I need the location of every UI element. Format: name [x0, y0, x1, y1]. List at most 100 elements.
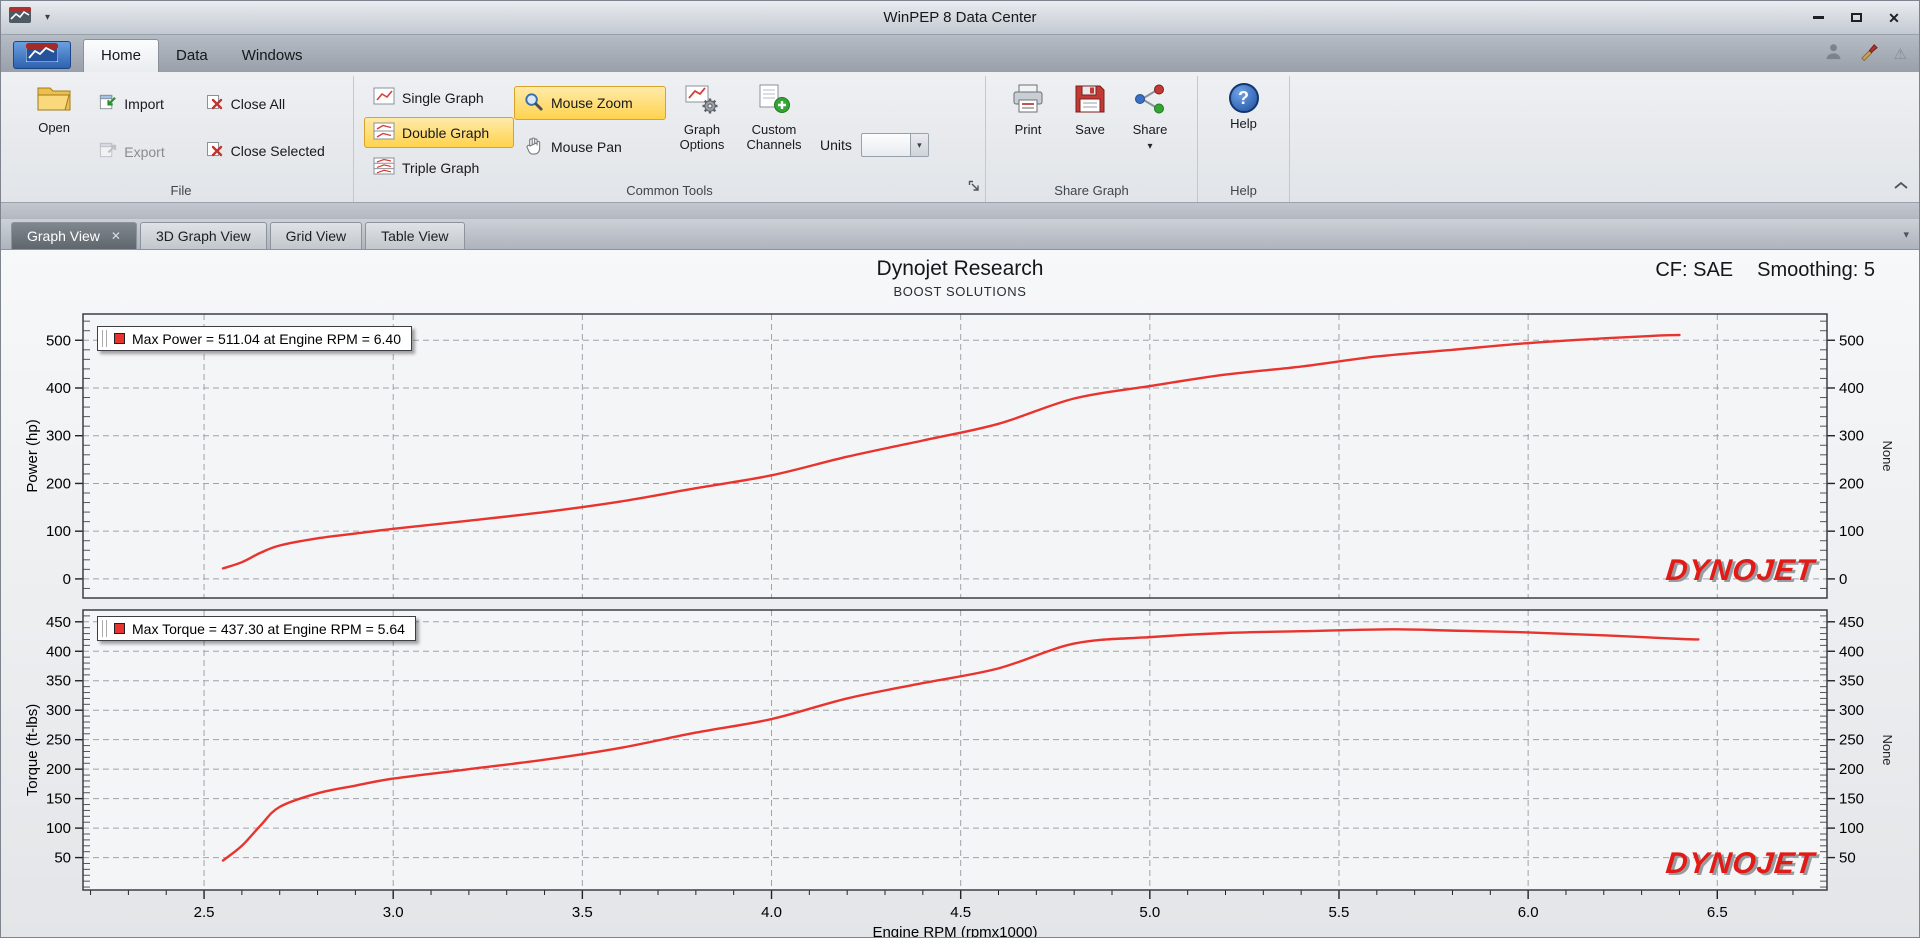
- title-bar[interactable]: ▾ WinPEP 8 Data Center ✕: [1, 1, 1919, 35]
- share-label: Share: [1132, 121, 1168, 137]
- single-graph-button[interactable]: Single Graph: [364, 82, 514, 113]
- torque-chart-container: 50 50 100 100 150 150 200 200 250 250 300 300 350 350…: [21, 606, 1901, 937]
- save-button[interactable]: Save: [1060, 78, 1120, 138]
- svg-text:200: 200: [1839, 761, 1864, 778]
- view-tab-grid[interactable]: Grid View: [269, 222, 363, 249]
- svg-text:3.5: 3.5: [572, 904, 593, 921]
- maximize-icon: [1850, 13, 1862, 22]
- view-tab-3d-graph[interactable]: 3D Graph View: [139, 222, 267, 249]
- import-label: Import: [124, 96, 164, 112]
- group-label-help: Help: [1230, 183, 1257, 198]
- smoothing-label: Smoothing: 5: [1757, 259, 1875, 281]
- triple-graph-icon: [373, 157, 395, 178]
- print-button[interactable]: Print: [996, 78, 1060, 138]
- floppy-save-icon: [1073, 83, 1107, 119]
- svg-text:500: 500: [46, 332, 71, 349]
- ribbon-tab-row: Home Data Windows ⚠: [1, 35, 1919, 72]
- units-label: Units: [820, 137, 852, 153]
- tools-icon[interactable]: [1859, 42, 1878, 66]
- torque-chart[interactable]: 50 50 100 100 150 150 200 200 250 250 300 300 350 350…: [21, 606, 1901, 937]
- power-legend[interactable]: Max Power = 511.04 at Engine RPM = 6.40: [97, 326, 413, 351]
- graph-view-panel: Dynojet Research BOOST SOLUTIONS CF: SAE…: [1, 250, 1919, 937]
- collapse-ribbon-icon[interactable]: [1893, 177, 1909, 195]
- svg-text:50: 50: [54, 850, 71, 867]
- mouse-zoom-button[interactable]: Mouse Zoom: [514, 86, 666, 120]
- svg-text:400: 400: [1839, 380, 1864, 397]
- view-tab-table[interactable]: Table View: [365, 222, 465, 249]
- mouse-zoom-label: Mouse Zoom: [551, 95, 633, 111]
- svg-text:None: None: [1880, 440, 1895, 471]
- close-button[interactable]: ✕: [1877, 7, 1911, 29]
- ribbon-group-help: ? Help Help: [1198, 76, 1290, 202]
- ribbon-tab-home[interactable]: Home: [83, 39, 160, 72]
- double-graph-icon: [373, 122, 395, 143]
- svg-text:250: 250: [1839, 732, 1864, 749]
- triple-graph-button[interactable]: Triple Graph: [364, 152, 514, 183]
- graph-options-label: Graph Options: [679, 121, 725, 152]
- power-chart[interactable]: 0 0 100 100 200 200 300 300 400 400 500 500 Power (h…: [21, 306, 1901, 606]
- magnifier-icon: [523, 91, 544, 115]
- svg-text:200: 200: [1839, 475, 1864, 492]
- close-icon: ✕: [1888, 9, 1900, 26]
- torque-legend-text: Max Torque = 437.30 at Engine RPM = 5.64: [132, 620, 405, 637]
- help-button[interactable]: ? Help: [1214, 78, 1274, 132]
- graph-options-icon: [684, 83, 720, 119]
- minimize-button[interactable]: [1801, 7, 1835, 29]
- share-button[interactable]: Share ▾: [1120, 78, 1180, 152]
- warning-icon[interactable]: ⚠: [1894, 47, 1907, 62]
- mouse-pan-button[interactable]: Mouse Pan: [514, 130, 666, 164]
- dynojet-watermark: DYNOJET: [1664, 847, 1817, 880]
- app-icon[interactable]: [9, 7, 31, 28]
- open-button[interactable]: Open: [19, 78, 89, 136]
- graph-options-button[interactable]: Graph Options: [666, 78, 738, 153]
- svg-text:6.0: 6.0: [1518, 904, 1539, 921]
- svg-text:100: 100: [46, 820, 71, 837]
- units-dropdown-caret-icon[interactable]: ▾: [909, 134, 928, 156]
- tab-list-caret-icon[interactable]: ▾: [1903, 228, 1909, 241]
- svg-text:450: 450: [1839, 614, 1864, 631]
- ribbon-tab-windows[interactable]: Windows: [225, 40, 320, 72]
- double-graph-button[interactable]: Double Graph: [364, 117, 514, 148]
- close-selected-button[interactable]: Close Selected: [197, 135, 343, 166]
- svg-text:150: 150: [46, 791, 71, 808]
- view-tab-graph-label: Graph View: [27, 228, 100, 244]
- power-chart-container: 0 0 100 100 200 200 300 300 400 400 500 500 Power (h…: [21, 306, 1901, 606]
- winpep-logo-icon: [25, 42, 59, 67]
- quick-access-menu-icon[interactable]: ▾: [45, 12, 50, 23]
- minimize-icon: [1812, 16, 1824, 19]
- svg-text:2.5: 2.5: [194, 904, 215, 921]
- svg-text:Engine RPM (rpmx1000): Engine RPM (rpmx1000): [872, 924, 1037, 937]
- units-dropdown[interactable]: ▾: [860, 133, 929, 157]
- svg-text:500: 500: [1839, 332, 1864, 349]
- legend-grip: [102, 620, 107, 637]
- svg-text:200: 200: [46, 761, 71, 778]
- view-tab-graph[interactable]: Graph View ✕: [11, 222, 137, 249]
- svg-text:450: 450: [46, 614, 71, 631]
- svg-text:Power (hp): Power (hp): [24, 419, 41, 492]
- svg-text:400: 400: [46, 643, 71, 660]
- view-tab-strip: Graph View ✕ 3D Graph View Grid View Tab…: [1, 219, 1919, 250]
- svg-text:6.5: 6.5: [1707, 904, 1728, 921]
- export-button[interactable]: Export: [89, 136, 196, 168]
- application-menu-button[interactable]: [13, 41, 71, 69]
- svg-text:100: 100: [1839, 820, 1864, 837]
- svg-text:300: 300: [46, 428, 71, 445]
- ribbon-tab-data[interactable]: Data: [159, 40, 225, 72]
- close-all-button[interactable]: Close All: [197, 88, 343, 119]
- dialog-launcher-icon[interactable]: [968, 179, 980, 197]
- maximize-button[interactable]: [1839, 7, 1873, 29]
- power-legend-text: Max Power = 511.04 at Engine RPM = 6.40: [132, 330, 402, 347]
- ribbon: Open Import Export Close All Close Selec…: [1, 72, 1919, 203]
- svg-text:5.0: 5.0: [1139, 904, 1160, 921]
- torque-legend[interactable]: Max Torque = 437.30 at Engine RPM = 5.64: [97, 616, 416, 641]
- series-color-chip: [114, 623, 125, 634]
- import-button[interactable]: Import: [89, 88, 196, 120]
- profile-icon[interactable]: [1824, 42, 1843, 66]
- group-label-share-graph: Share Graph: [1054, 183, 1129, 198]
- custom-channels-button[interactable]: Custom Channels: [738, 78, 810, 153]
- svg-text:300: 300: [1839, 702, 1864, 719]
- svg-text:100: 100: [46, 523, 71, 540]
- ribbon-group-file: Open Import Export Close All Close Selec…: [9, 76, 354, 202]
- close-tab-icon[interactable]: ✕: [111, 230, 121, 242]
- share-dropdown-caret-icon[interactable]: ▾: [1147, 141, 1152, 153]
